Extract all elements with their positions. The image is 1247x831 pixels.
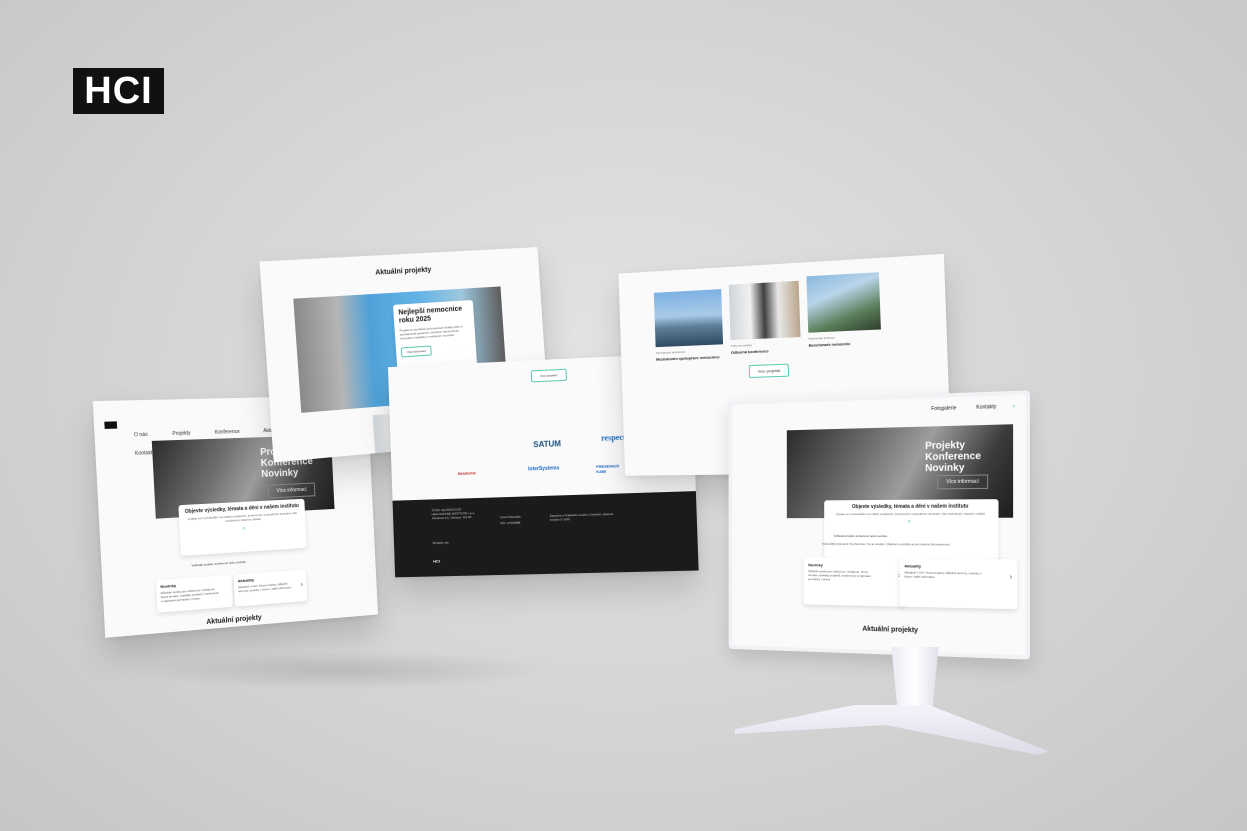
hci-logo: HCI [73,68,164,114]
hci-logo-text: HCI [84,70,152,113]
monitor-nav: Fotogalerie Kontakty ⌕ [931,403,1015,412]
news-card-aktuality[interactable]: Aktuality Aktuálně v HCI. Nové projekty,… [233,569,307,606]
search-icon[interactable]: ⌕ [1012,403,1015,409]
hero-more-button[interactable]: Více informací [268,483,316,499]
project-card-title[interactable]: Odborná konference [731,348,769,354]
news-card-text: Aktuálně v HCI. Nové projekty, důležité … [238,581,296,593]
footer-brand: HCI [433,559,440,564]
floor-shadow [130,650,550,690]
monitor-stand-base [735,705,1048,755]
featured-project-button[interactable]: Více informací [401,345,432,357]
nav-item-projekty[interactable]: Projekty [172,430,190,437]
footer-country: Czech Republic [500,515,521,520]
project-card-title[interactable]: Benchmark nemocnic [809,341,851,348]
news-card-text: Aktuálně v HCI. Nové projekty, důležité … [904,570,985,579]
nav-item-o-nas[interactable]: O nás [134,432,148,439]
nav-item-kontakty[interactable]: Kontakty [976,404,996,411]
intro-card: Objevte výsledky, témata a dění v našem … [178,499,306,556]
news-card-text: Důležité zprávy pro odbornou i veřejnost… [161,587,221,604]
project-card-caption: Partnerské instituce [808,336,834,341]
footer-ico: IČO: 27933888 [500,521,520,526]
chevron-right-icon: › [301,581,304,588]
partner-logo-fresenius: FRESENIUS KABI [596,463,627,474]
project-card-image-city [654,289,723,347]
more-projects-button[interactable]: Více projektů [749,364,790,378]
footer-registry: Zapsána u Krajského soudu v Ostravě, spi… [550,512,621,522]
news-card-title: Aktuality [904,563,1012,569]
intro-link[interactable]: Vyhledat projekt, konferenci nebo novink… [191,560,246,568]
monitor-intro-card: Objevte výsledky, témata a dění v našem … [824,499,998,559]
news-card-novinky[interactable]: Novinky Důležité zprávy pro odbornou i v… [156,575,233,613]
news-card-text: Důležité zprávy pro odbornou i veřejnost… [808,569,877,582]
nav-item-konference[interactable]: Konference [215,429,240,436]
project-card-caption: Mezinárodní spolupráce [656,350,686,355]
monitor-intro-subtitle: Vydejte se k přehledům na našich projekt… [828,512,994,517]
partner-logo-akademie: Akademie [457,470,476,476]
monitor-hero-button[interactable]: Více informací [937,474,988,489]
monitor-section-title: Aktuální projekty [862,626,918,635]
featured-project-title: Nejlepší nemocnice roku 2025 [398,305,469,325]
monitor-news-card-novinky[interactable]: Novinky Důležité zprávy pro odbornou i v… [804,557,906,606]
project-card-caption: Odborné setkání [731,343,752,348]
nav-item-fotogalerie[interactable]: Fotogalerie [931,405,956,412]
more-projects-button-top[interactable]: Více projektů [531,369,567,383]
monitor-news-card-aktuality[interactable]: Aktuality Aktuálně v HCI. Nové projekty,… [899,558,1017,609]
chevron-right-icon: › [1010,574,1012,581]
monitor-intro-heading: Objevte výsledky, témata a dění v našem … [828,503,994,510]
news-card-title: Novinky [808,562,900,568]
project-card-title[interactable]: Mezinárodní spolupráce nemocnice [656,354,720,361]
search-icon[interactable]: ⌕ [828,519,994,526]
monitor-intro-link[interactable]: Vyhledat projekt, konferenci nebo novink… [834,534,888,538]
nav-logo[interactable] [104,421,117,429]
featured-project-text: Projekt se zaměřuje na hodnocení kvality… [399,324,470,341]
project-card-image-building [806,272,881,332]
project-card-image-doctors [729,281,801,340]
footer-follow: Sledujte nás [433,541,449,545]
monitor-screen: Fotogalerie Kontakty ⌕ Projekty Konferen… [732,395,1026,656]
partner-logo-intersystems: InterSystems [528,465,559,472]
partner-logo-satum: SATUM [533,439,561,449]
monitor-frame: Fotogalerie Kontakty ⌕ Projekty Konferen… [729,390,1030,659]
projects-section-title: Aktuální projekty [261,261,539,283]
section-title-projects: Aktuální projekty [206,614,262,626]
search-icon[interactable]: ⌕ [184,523,302,537]
site-footer: Sídlo společnosti HEALTHCARE INSTITUTE o… [393,491,699,577]
monitor-hero-title: Projekty Konference Novinky [925,439,996,474]
